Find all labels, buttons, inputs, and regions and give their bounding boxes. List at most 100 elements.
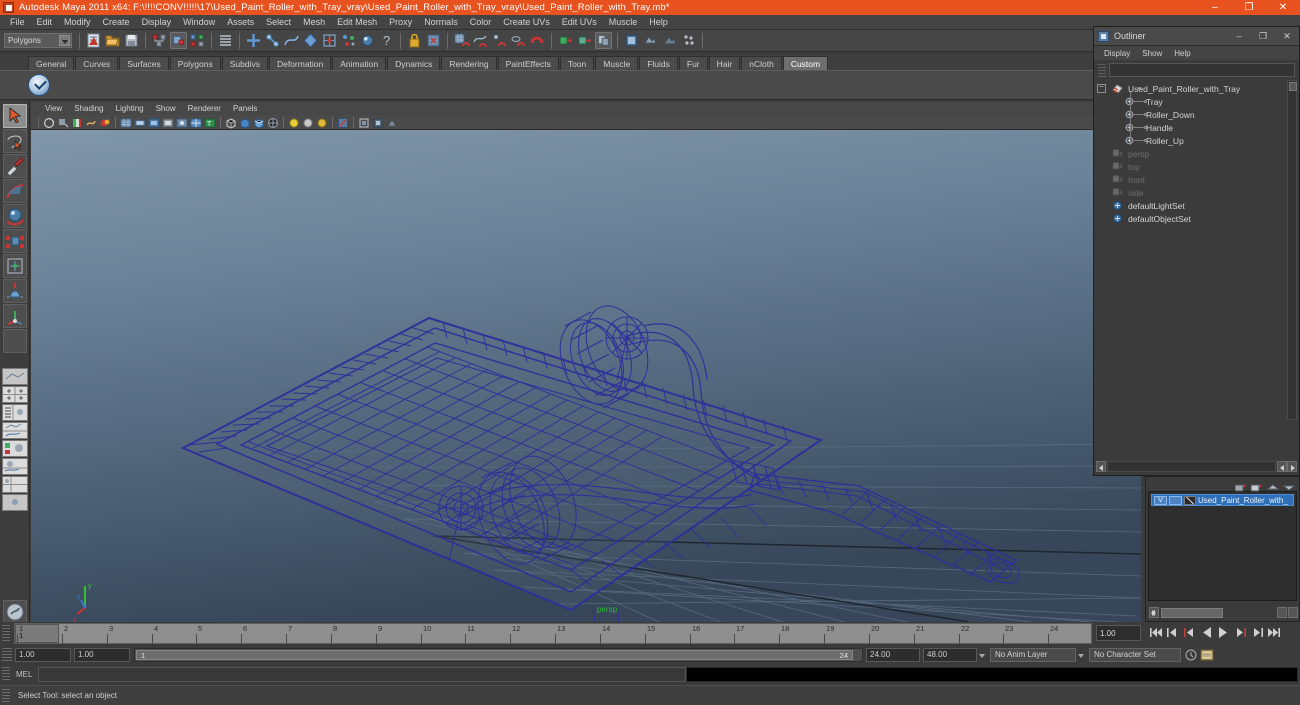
menu-item-create-uvs[interactable]: Create UVs <box>497 15 556 30</box>
help-line-grip[interactable] <box>2 688 10 703</box>
wireframe-shading-icon[interactable] <box>225 116 237 129</box>
menu-item-select[interactable]: Select <box>260 15 297 30</box>
step-back-frame-icon[interactable] <box>1165 624 1180 641</box>
step-back-key-icon[interactable] <box>1182 624 1197 641</box>
viewport-menu-show[interactable]: Show <box>150 104 182 113</box>
range-slider-track[interactable]: 1 24 <box>134 647 863 662</box>
camera-attributes-icon[interactable] <box>71 116 83 128</box>
outliner-row[interactable]: front <box>1094 173 1299 186</box>
curve-mask-icon[interactable] <box>283 32 300 49</box>
perspective-viewport[interactable]: persp y x z <box>31 130 1141 622</box>
persp-graph-layout[interactable] <box>1 422 28 439</box>
paint-select-tool[interactable] <box>2 154 27 178</box>
scroll-left-icon[interactable] <box>1096 461 1106 472</box>
input-connection-icon[interactable] <box>557 32 574 49</box>
shelf-tab-fur[interactable]: Fur <box>678 56 708 70</box>
range-end-field[interactable]: 48.00 <box>923 647 977 662</box>
lock-camera-icon[interactable] <box>57 116 69 128</box>
selection-mode-dropdown[interactable]: Polygons <box>4 33 72 48</box>
rendering-mask-icon[interactable] <box>359 32 376 49</box>
xray-icon[interactable] <box>337 116 349 128</box>
wireframe-on-shaded-icon[interactable] <box>267 116 279 128</box>
menu-item-file[interactable]: File <box>4 15 31 30</box>
last-tool-used[interactable] <box>2 329 27 353</box>
snap-grid-icon[interactable] <box>453 32 470 49</box>
outliner-menu-display[interactable]: Display <box>1098 49 1136 58</box>
bookmarks-icon[interactable] <box>85 116 97 128</box>
layer-scroll-prev-icon[interactable] <box>1277 607 1287 618</box>
menu-item-mesh[interactable]: Mesh <box>297 15 331 30</box>
outliner-hscroll-track[interactable] <box>1107 461 1276 472</box>
outliner-row[interactable]: Tray <box>1094 95 1299 108</box>
playback-start-field[interactable]: 1.00 <box>74 647 130 662</box>
layer-scroll-track[interactable] <box>1161 607 1223 618</box>
layer-row[interactable]: V Used_Paint_Roller_with_ <box>1151 494 1294 506</box>
snap-curve-icon[interactable] <box>472 32 489 49</box>
shelf-tab-hair[interactable]: Hair <box>708 56 741 70</box>
lasso-select-tool[interactable] <box>2 129 27 153</box>
shelf-tab-animation[interactable]: Animation <box>332 56 387 70</box>
paint-effects-layout[interactable] <box>1 494 28 511</box>
dynamics-mask-icon[interactable] <box>340 32 357 49</box>
new-layer-selected-icon[interactable] <box>1250 479 1263 491</box>
shelf-tab-rendering[interactable]: Rendering <box>441 56 497 70</box>
snap-point-icon[interactable] <box>491 32 508 49</box>
isolate-select-icon[interactable] <box>358 116 370 128</box>
shelf-tab-fluids[interactable]: Fluids <box>639 56 678 70</box>
new-scene-icon[interactable] <box>85 32 102 49</box>
go-to-start-icon[interactable] <box>1148 624 1163 641</box>
auto-keyframe-icon[interactable] <box>1184 648 1198 662</box>
shelf-tab-subdivs[interactable]: Subdivs <box>221 56 268 70</box>
highlight-icon[interactable] <box>425 32 442 49</box>
range-start-field[interactable]: 1.00 <box>15 647 71 662</box>
menu-item-assets[interactable]: Assets <box>221 15 260 30</box>
shelf-tab-curves[interactable]: Curves <box>75 56 119 70</box>
ipr-render-icon[interactable] <box>661 32 678 49</box>
menu-item-window[interactable]: Window <box>177 15 221 30</box>
outliner-row[interactable]: persp <box>1094 147 1299 160</box>
time-slider-grip[interactable] <box>2 625 10 642</box>
expand-collapse-icon[interactable] <box>1097 82 1106 93</box>
chevron-down-icon[interactable] <box>978 648 987 662</box>
multi-layout[interactable] <box>1 476 28 493</box>
layer-list[interactable]: V Used_Paint_Roller_with_ <box>1148 491 1297 601</box>
range-slider-bar[interactable] <box>136 649 853 660</box>
shelf-tab-deformation[interactable]: Deformation <box>268 56 332 70</box>
output-connection-icon[interactable] <box>576 32 593 49</box>
shadows-icon[interactable] <box>316 116 328 128</box>
maximize-button[interactable]: ❐ <box>1232 0 1266 15</box>
outliner-row[interactable]: defaultObjectSet <box>1094 212 1299 225</box>
outliner-row[interactable]: Handle <box>1094 121 1299 134</box>
outliner-row[interactable]: top <box>1094 160 1299 173</box>
outliner-row[interactable]: Roller_Up <box>1094 134 1299 147</box>
open-scene-icon[interactable] <box>104 32 121 49</box>
smooth-shade-textured-icon[interactable] <box>253 116 265 129</box>
menu-item-normals[interactable]: Normals <box>418 15 464 30</box>
menu-item-display[interactable]: Display <box>136 15 178 30</box>
select-tool[interactable] <box>2 104 27 128</box>
command-language-label[interactable]: MEL <box>16 670 32 679</box>
single-perspective-layout[interactable] <box>1 368 28 385</box>
scroll-left-step-icon[interactable] <box>1277 461 1287 472</box>
menu-item-edit-uvs[interactable]: Edit UVs <box>556 15 603 30</box>
outliner-row[interactable]: defaultLightSet <box>1094 199 1299 212</box>
minimize-button[interactable]: – <box>1198 0 1232 15</box>
shelf-tab-custom[interactable]: Custom <box>782 56 829 70</box>
time-slider-track[interactable]: 1 1 2 3 4 5 6 7 8 9 10 11 12 13 14 15 16 17 18 19 20 21 22 23 2… <box>14 623 1092 644</box>
shelf-tab-toon[interactable]: Toon <box>559 56 595 70</box>
shelf-tab-dynamics[interactable]: Dynamics <box>387 56 441 70</box>
field-chart-icon[interactable] <box>190 116 202 128</box>
scale-tool[interactable] <box>2 229 27 253</box>
shelf-tab-ncloth[interactable]: nCloth <box>741 56 782 70</box>
outliner-horizontal-scrollbar[interactable] <box>1096 461 1297 472</box>
outliner-maximize-button[interactable]: ❐ <box>1251 27 1275 46</box>
viewport-menu-panels[interactable]: Panels <box>227 104 263 113</box>
shelf-tab-general[interactable]: General <box>28 56 75 70</box>
layer-scroll-next-icon[interactable] <box>1288 607 1298 618</box>
use-default-lighting-icon[interactable] <box>288 116 300 128</box>
menu-item-modify[interactable]: Modify <box>58 15 97 30</box>
range-slider-grip[interactable] <box>2 647 12 662</box>
outliner-search-grip[interactable] <box>1098 63 1106 77</box>
step-forward-key-icon[interactable] <box>1233 624 1248 641</box>
deformation-mask-icon[interactable] <box>321 32 338 49</box>
